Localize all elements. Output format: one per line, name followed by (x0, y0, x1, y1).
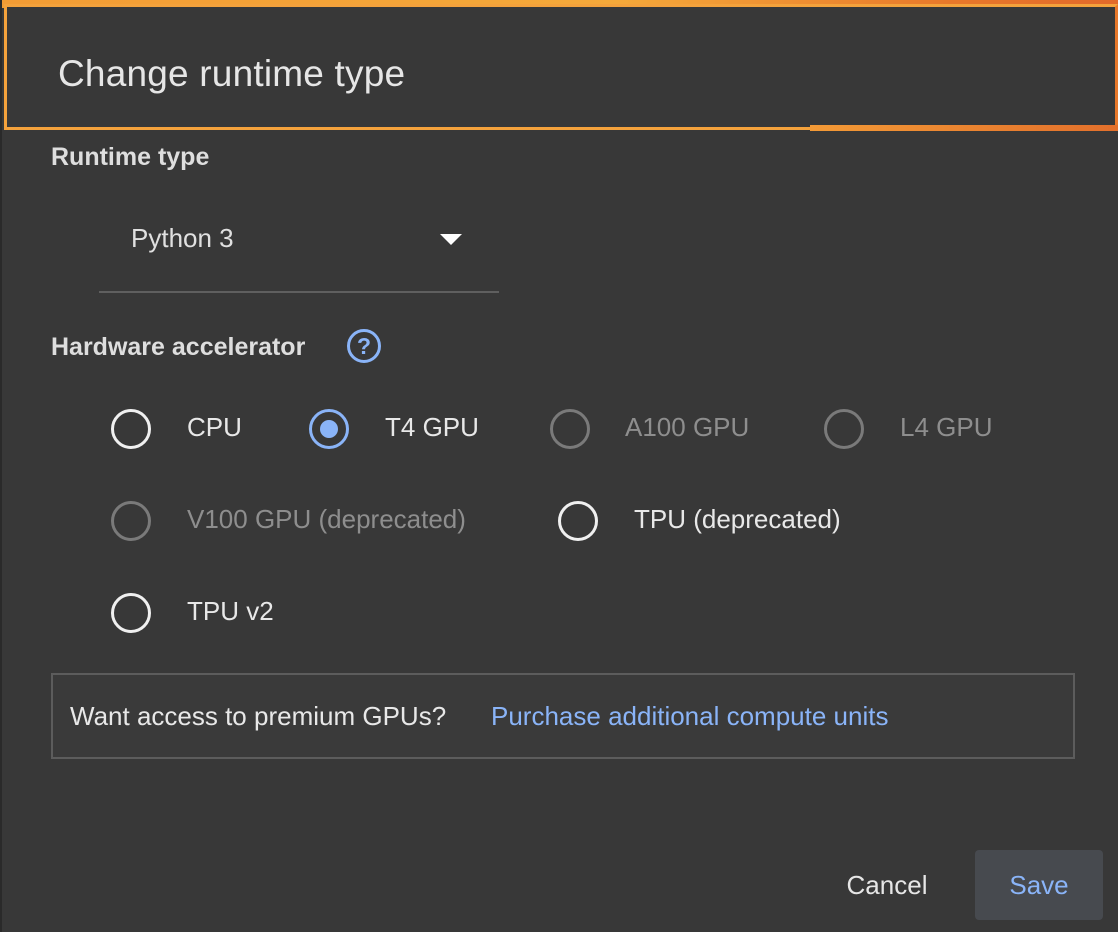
radio-cpu[interactable]: CPU (111, 409, 251, 455)
radio-circle-icon (824, 409, 864, 449)
dialog-title: Change runtime type (58, 53, 406, 94)
help-icon[interactable]: ? (347, 329, 381, 363)
radio-a100-gpu[interactable]: A100 GPU (550, 409, 760, 455)
runtime-type-select[interactable]: Python 3 (99, 205, 499, 293)
radio-label: TPU (deprecated) (634, 504, 841, 534)
radio-v100-gpu[interactable]: V100 GPU (deprecated) (111, 501, 501, 547)
radio-label: L4 GPU (900, 412, 993, 442)
radio-t4-gpu[interactable]: T4 GPU (309, 409, 489, 455)
radio-checked-icon (309, 409, 349, 449)
radio-label: CPU (187, 412, 242, 442)
radio-circle-icon (111, 593, 151, 633)
purchase-compute-link[interactable]: Purchase additional compute units (491, 701, 888, 732)
save-button[interactable]: Save (975, 850, 1103, 920)
radio-circle-icon (550, 409, 590, 449)
change-runtime-dialog: Change runtime type Runtime type Python … (0, 0, 1118, 932)
cancel-button[interactable]: Cancel (824, 850, 950, 920)
runtime-type-label: Runtime type (51, 143, 210, 171)
radio-label: V100 GPU (deprecated) (187, 504, 466, 534)
radio-circle-icon (111, 501, 151, 541)
title-accent (810, 125, 1118, 131)
radio-label: A100 GPU (625, 412, 750, 442)
radio-label: T4 GPU (385, 412, 479, 442)
radio-circle-icon (558, 501, 598, 541)
hardware-accelerator-label: Hardware accelerator (51, 333, 306, 361)
premium-text: Want access to premium GPUs? (70, 701, 447, 731)
radio-tpu-deprecated[interactable]: TPU (deprecated) (558, 501, 868, 547)
radio-tpu-v2[interactable]: TPU v2 (111, 593, 291, 639)
radio-circle-icon (111, 409, 151, 449)
radio-label: TPU v2 (187, 596, 274, 626)
dropdown-arrow-icon (440, 234, 462, 245)
runtime-type-value: Python 3 (131, 223, 234, 253)
premium-gpu-banner: Want access to premium GPUs? Purchase ad… (51, 673, 1075, 759)
radio-l4-gpu[interactable]: L4 GPU (824, 409, 1004, 455)
